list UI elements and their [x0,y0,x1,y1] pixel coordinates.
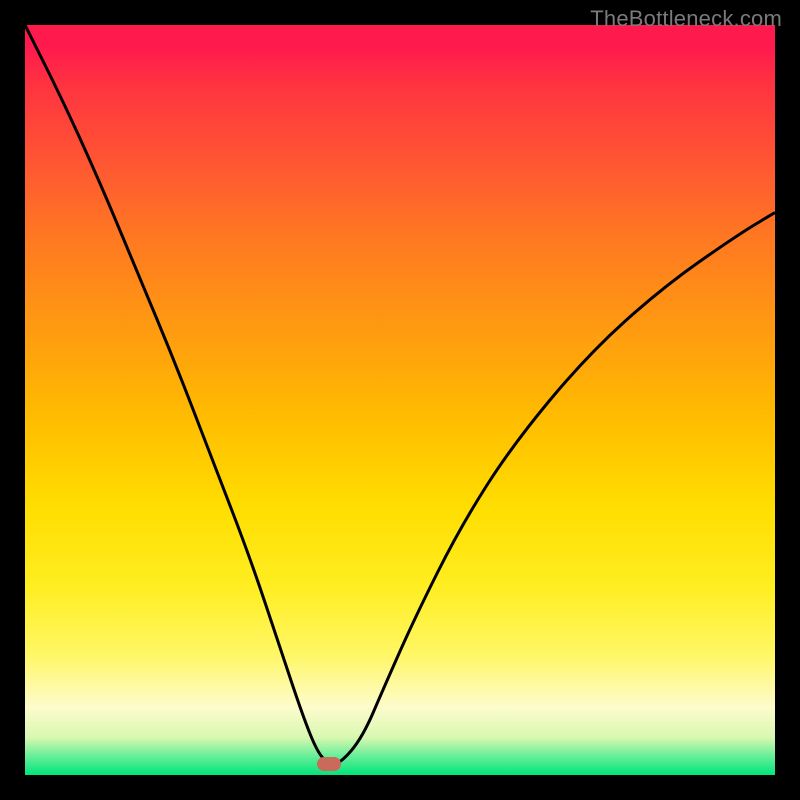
watermark-text: TheBottleneck.com [590,6,782,32]
bottleneck-curve-path [25,25,775,764]
chart-plot-area [25,25,775,775]
optimal-point-marker [317,757,341,771]
chart-curve-svg [25,25,775,775]
